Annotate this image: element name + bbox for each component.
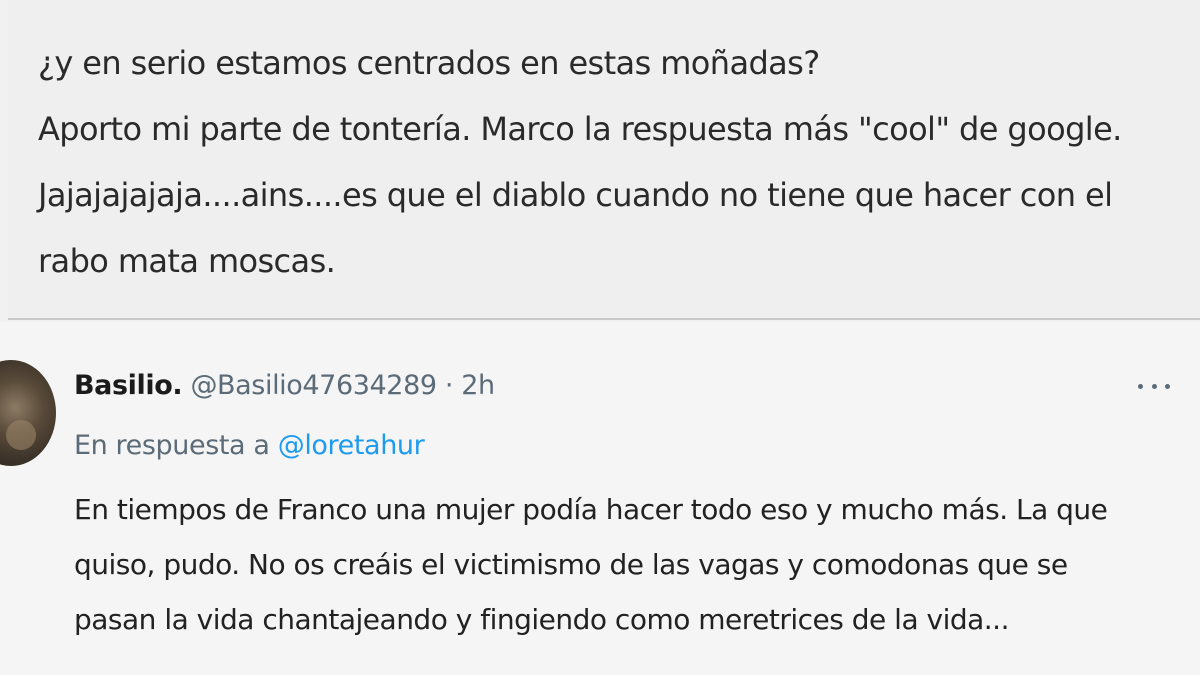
avatar[interactable] xyxy=(0,360,56,466)
reply-text-line: pasan la vida chantajeando y fingiendo c… xyxy=(74,603,1009,636)
in-reply-to: En respuesta a @loretahur xyxy=(74,428,425,464)
author-handle[interactable]: @Basilio47634289 xyxy=(190,370,437,401)
reply-tweet[interactable]: Basilio. @Basilio47634289 · 2h En respue… xyxy=(0,322,1200,675)
more-horizontal-icon[interactable] xyxy=(1138,376,1170,396)
quoted-post-line: rabo mata moscas. xyxy=(38,242,336,280)
more-dot xyxy=(1138,383,1143,389)
reply-header: Basilio. @Basilio47634289 · 2h xyxy=(74,368,495,404)
more-dot xyxy=(1151,383,1157,389)
reply-text: En tiempos de Franco una mujer podía hac… xyxy=(74,482,1184,647)
mention-link[interactable]: @loretahur xyxy=(278,430,425,461)
reply-text-line: quiso, pudo. No os creáis el victimismo … xyxy=(74,548,1068,581)
in-reply-to-label: En respuesta a xyxy=(74,430,270,461)
more-dot xyxy=(1165,383,1170,389)
author-name[interactable]: Basilio. xyxy=(74,370,183,401)
quoted-post-line: Jajajajajaja....ains....es que el diablo… xyxy=(38,176,1113,214)
timestamp[interactable]: 2h xyxy=(461,370,495,401)
quoted-post-line: ¿y en serio estamos centrados en estas m… xyxy=(38,44,820,82)
reply-text-line: En tiempos de Franco una mujer podía hac… xyxy=(74,493,1108,526)
quoted-post-text: ¿y en serio estamos centrados en estas m… xyxy=(38,30,1188,294)
header-separator: · xyxy=(444,370,454,401)
screenshot-page: ¿y en serio estamos centrados en estas m… xyxy=(0,0,1200,675)
quoted-post: ¿y en serio estamos centrados en estas m… xyxy=(8,0,1200,320)
quoted-post-line: Aporto mi parte de tontería. Marco la re… xyxy=(38,110,1122,148)
